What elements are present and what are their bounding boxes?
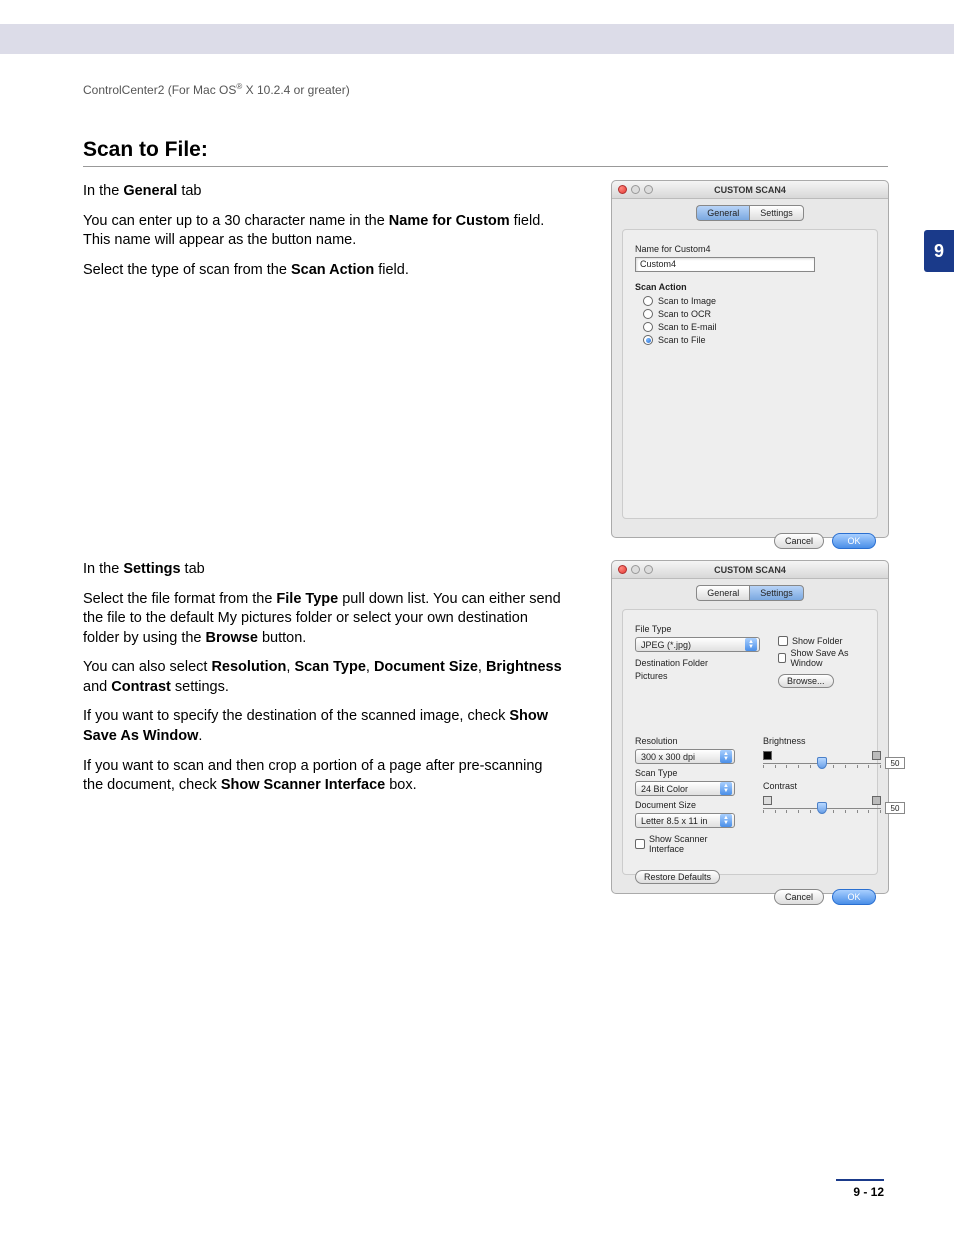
- brightness-label: Brightness: [763, 736, 881, 746]
- brightness-value[interactable]: 50: [885, 757, 905, 769]
- button-row: Cancel OK: [612, 883, 888, 915]
- radio-icon: [643, 296, 653, 306]
- slider-thumb-icon[interactable]: [817, 802, 827, 814]
- resolution-label: Resolution: [635, 736, 745, 746]
- name-input[interactable]: Custom4: [635, 257, 815, 272]
- general-panel: Name for Custom4 Custom4 Scan Action Sca…: [622, 229, 878, 519]
- p-scanner-interface: If you want to scan and then crop a port…: [83, 757, 563, 796]
- p-show-save-as: If you want to specify the destination o…: [83, 707, 563, 746]
- slider-thumb-icon[interactable]: [817, 757, 827, 769]
- p-name-custom: You can enter up to a 30 character name …: [83, 212, 563, 251]
- breadcrumb: ControlCenter2 (For Mac OS® X 10.2.4 or …: [83, 82, 350, 97]
- settings-panel: File Type JPEG (*.jpg) ▲▼ Destination Fo…: [622, 609, 878, 875]
- tab-bar: General Settings: [612, 205, 888, 221]
- p-general-tab: In the General tab: [83, 182, 563, 202]
- filetype-select[interactable]: JPEG (*.jpg) ▲▼: [635, 637, 760, 652]
- contrast-slider[interactable]: 50: [763, 794, 881, 816]
- ok-button[interactable]: OK: [832, 889, 876, 905]
- show-save-as-checkbox[interactable]: Show Save As Window: [778, 648, 865, 668]
- scantype-select[interactable]: 24 Bit Color ▲▼: [635, 781, 735, 796]
- name-label: Name for Custom4: [635, 244, 865, 254]
- slider-low-icon: [763, 796, 772, 805]
- chevron-updown-icon: ▲▼: [745, 638, 757, 651]
- chevron-updown-icon: ▲▼: [720, 782, 732, 795]
- browse-button[interactable]: Browse...: [778, 674, 834, 688]
- resolution-select[interactable]: 300 x 300 dpi ▲▼: [635, 749, 735, 764]
- radio-icon: [643, 322, 653, 332]
- chevron-updown-icon: ▲▼: [720, 814, 732, 827]
- titlebar[interactable]: CUSTOM SCAN4: [612, 561, 888, 579]
- scantype-label: Scan Type: [635, 768, 745, 778]
- p-other-settings: You can also select Resolution, Scan Typ…: [83, 658, 563, 697]
- brightness-slider[interactable]: 50: [763, 749, 881, 771]
- titlebar[interactable]: CUSTOM SCAN4: [612, 181, 888, 199]
- p-settings-tab: In the Settings tab: [83, 560, 563, 580]
- docsize-select[interactable]: Letter 8.5 x 11 in ▲▼: [635, 813, 735, 828]
- checkbox-icon: [635, 839, 645, 849]
- cancel-button[interactable]: Cancel: [774, 889, 824, 905]
- show-scanner-checkbox[interactable]: Show Scanner Interface: [635, 834, 745, 854]
- radio-scan-image[interactable]: Scan to Image: [643, 296, 865, 306]
- contrast-value[interactable]: 50: [885, 802, 905, 814]
- filetype-label: File Type: [635, 624, 760, 634]
- body-section-general: In the General tab You can enter up to a…: [83, 182, 563, 290]
- breadcrumb-pre: ControlCenter2 (For Mac OS: [83, 83, 236, 97]
- dialog-general: CUSTOM SCAN4 General Settings Name for C…: [611, 180, 889, 538]
- breadcrumb-post: X 10.2.4 or greater): [242, 83, 349, 97]
- window-title: CUSTOM SCAN4: [612, 185, 888, 195]
- chevron-updown-icon: ▲▼: [720, 750, 732, 763]
- slider-dark-icon: [763, 751, 772, 760]
- tab-bar: General Settings: [612, 585, 888, 601]
- contrast-label: Contrast: [763, 781, 881, 791]
- ok-button[interactable]: OK: [832, 533, 876, 549]
- dialog-settings: CUSTOM SCAN4 General Settings File Type …: [611, 560, 889, 894]
- page-footer: 9 - 12: [836, 1179, 884, 1199]
- p-scan-action: Select the type of scan from the Scan Ac…: [83, 261, 563, 281]
- top-band: [0, 24, 954, 54]
- radio-icon: [643, 309, 653, 319]
- body-section-settings: In the Settings tab Select the file form…: [83, 560, 563, 806]
- show-folder-checkbox[interactable]: Show Folder: [778, 636, 865, 646]
- restore-defaults-button[interactable]: Restore Defaults: [635, 870, 720, 884]
- radio-icon: [643, 335, 653, 345]
- radio-scan-ocr[interactable]: Scan to OCR: [643, 309, 865, 319]
- window-title: CUSTOM SCAN4: [612, 565, 888, 575]
- chapter-tab: 9: [924, 230, 954, 272]
- docsize-label: Document Size: [635, 800, 745, 810]
- checkbox-icon: [778, 636, 788, 646]
- p-filetype: Select the file format from the File Typ…: [83, 590, 563, 649]
- cancel-button[interactable]: Cancel: [774, 533, 824, 549]
- radio-scan-file[interactable]: Scan to File: [643, 335, 865, 345]
- tab-general[interactable]: General: [696, 205, 749, 221]
- tab-general[interactable]: General: [696, 585, 749, 601]
- checkbox-icon: [778, 653, 786, 663]
- slider-high-icon: [872, 796, 881, 805]
- tab-settings[interactable]: Settings: [749, 585, 804, 601]
- slider-light-icon: [872, 751, 881, 760]
- tab-settings[interactable]: Settings: [749, 205, 804, 221]
- scan-action-label: Scan Action: [635, 282, 865, 292]
- dest-value: Pictures: [635, 671, 760, 681]
- radio-scan-email[interactable]: Scan to E-mail: [643, 322, 865, 332]
- button-row: Cancel OK: [612, 527, 888, 559]
- dest-label: Destination Folder: [635, 658, 760, 668]
- section-title: Scan to File:: [83, 138, 888, 167]
